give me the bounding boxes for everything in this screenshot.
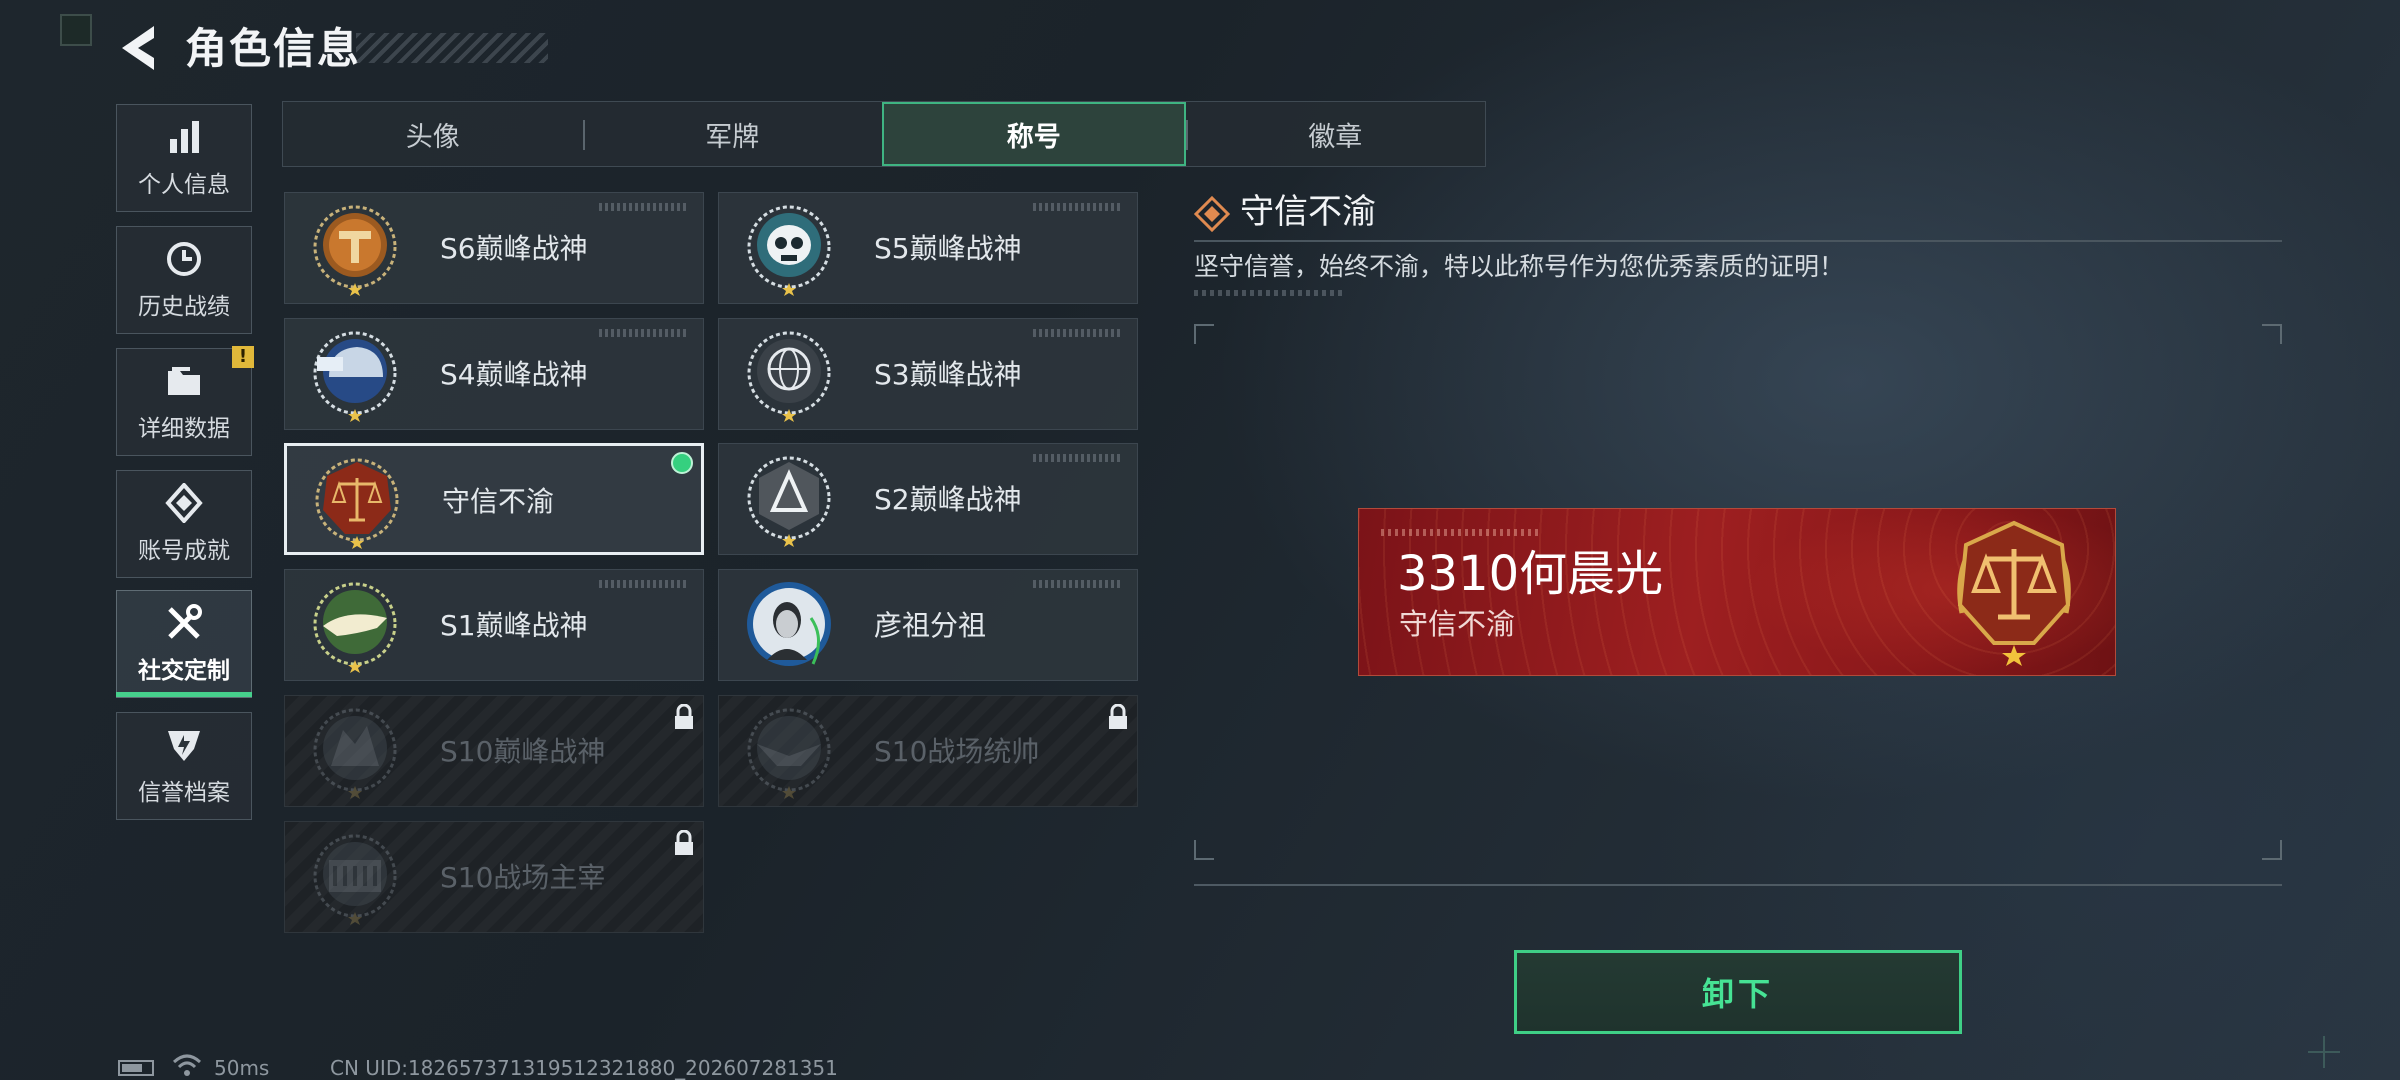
title-label: S3巅峰战神 xyxy=(874,358,1022,391)
title-label: 守信不渝 xyxy=(442,485,555,518)
category-tabs: 头像 军牌 称号 徽章 xyxy=(282,101,1486,167)
s1-crocodile-emblem-icon xyxy=(313,582,397,673)
notification-badge: ! xyxy=(232,346,254,368)
s4-helmet-emblem-icon xyxy=(313,331,397,422)
s3-globe-emblem-icon xyxy=(747,331,831,422)
corner-cross-decoration xyxy=(2308,1036,2340,1068)
title-card[interactable]: S5巅峰战神 xyxy=(718,192,1138,304)
tab-badge[interactable]: 徽章 xyxy=(1185,102,1486,166)
tab-avatar[interactable]: 头像 xyxy=(283,102,583,166)
tab-title[interactable]: 称号 xyxy=(882,102,1186,166)
title-card-selected[interactable]: 守信不渝 xyxy=(284,443,704,555)
equipped-indicator xyxy=(671,452,693,474)
title-card[interactable]: S3巅峰战神 xyxy=(718,318,1138,430)
title-label: S10战场统帅 xyxy=(874,735,1040,768)
detail-divider xyxy=(1194,240,2282,242)
title-label: 彦祖分祖 xyxy=(874,609,987,642)
s10-emblem-icon xyxy=(313,708,397,799)
scales-emblem-icon xyxy=(1957,520,2071,666)
nav-label: 账号成就 xyxy=(138,538,230,564)
nav-item-achievements[interactable]: 账号成就 xyxy=(116,470,252,578)
nav-label: 信誉档案 xyxy=(138,780,230,806)
tab-dog-tag[interactable]: 军牌 xyxy=(582,102,883,166)
title-label: S10巅峰战神 xyxy=(440,735,606,768)
card-code-decoration xyxy=(599,203,689,211)
card-code-decoration xyxy=(1033,329,1123,337)
nameplate-preview: 3310何晨光 守信不渝 xyxy=(1358,508,2116,676)
title-label: S2巅峰战神 xyxy=(874,483,1022,516)
card-code-decoration xyxy=(1033,580,1123,588)
detail-title: 守信不渝 xyxy=(1240,192,1376,232)
back-arrow-icon[interactable] xyxy=(118,24,158,72)
battery-icon xyxy=(118,1060,154,1076)
title-decoration xyxy=(356,33,548,63)
uid-text: CN UID:1826573713195123218​80_2026072813… xyxy=(330,1056,838,1080)
s6-emblem-icon xyxy=(313,205,397,296)
title-label: S1巅峰战神 xyxy=(440,609,588,642)
s2-emblem-icon xyxy=(747,456,831,547)
nav-item-reputation[interactable]: 信誉档案 xyxy=(116,712,252,820)
title-label: S4巅峰战神 xyxy=(440,358,588,391)
ping-value: 50ms xyxy=(214,1056,270,1080)
card-code-decoration xyxy=(1033,454,1123,462)
nav-label: 社交定制 xyxy=(138,658,230,684)
title-card[interactable]: S4巅峰战神 xyxy=(284,318,704,430)
card-code-decoration xyxy=(1033,203,1123,211)
title-card[interactable]: 彦祖分祖 xyxy=(718,569,1138,681)
title-card-locked[interactable]: S10巅峰战神 xyxy=(284,695,704,807)
nav-label: 个人信息 xyxy=(138,172,230,198)
nav-item-history[interactable]: 历史战绩 xyxy=(116,226,252,334)
page-title: 角色信息 xyxy=(185,24,362,73)
title-label: S5巅峰战神 xyxy=(874,232,1022,265)
nav-item-social-custom[interactable]: 社交定制 xyxy=(116,590,252,698)
s5-skull-emblem-icon xyxy=(747,205,831,296)
lock-icon xyxy=(675,704,693,729)
unequip-button[interactable]: 卸下 xyxy=(1514,950,1962,1034)
lock-icon xyxy=(675,830,693,855)
nav-label: 详细数据 xyxy=(138,416,230,442)
clock-icon xyxy=(167,242,201,276)
description-decoration xyxy=(1194,290,1344,296)
title-label: S10战场主宰 xyxy=(440,861,606,894)
title-card[interactable]: S2巅峰战神 xyxy=(718,443,1138,555)
achievement-icon xyxy=(165,483,203,523)
nav-label: 历史战绩 xyxy=(138,294,230,320)
tools-icon xyxy=(168,604,202,639)
card-code-decoration xyxy=(599,329,689,337)
scales-emblem-icon xyxy=(315,458,399,549)
portrait-emblem-icon xyxy=(747,582,831,666)
lock-icon xyxy=(1109,704,1127,729)
panel-bottom-divider xyxy=(1194,884,2282,886)
detail-description: 坚守信誉，始终不渝，特以此称号作为您优秀素质的证明！ xyxy=(1194,252,1845,281)
player-name: 3310何晨光 xyxy=(1397,546,1664,602)
title-label: S6巅峰战神 xyxy=(440,232,588,265)
card-code-decoration xyxy=(599,580,689,588)
title-card-locked[interactable]: S10战场统帅 xyxy=(718,695,1138,807)
folder-icon xyxy=(168,367,200,395)
title-diamond-icon xyxy=(1194,196,1230,232)
wifi-icon xyxy=(172,1054,202,1076)
corner-marker xyxy=(60,14,92,46)
player-title: 守信不渝 xyxy=(1399,607,1516,641)
shield-badge-icon xyxy=(168,731,200,761)
nav-active-indicator xyxy=(116,692,252,697)
title-card[interactable]: S6巅峰战神 xyxy=(284,192,704,304)
title-card[interactable]: S1巅峰战神 xyxy=(284,569,704,681)
bar-chart-icon xyxy=(170,121,199,153)
nav-item-personal-info[interactable]: 个人信息 xyxy=(116,104,252,212)
plate-code-decoration xyxy=(1381,529,1541,536)
s10-eagle-emblem-icon xyxy=(747,708,831,799)
s10-colosseum-emblem-icon xyxy=(313,834,397,925)
title-card-locked[interactable]: S10战场主宰 xyxy=(284,821,704,933)
